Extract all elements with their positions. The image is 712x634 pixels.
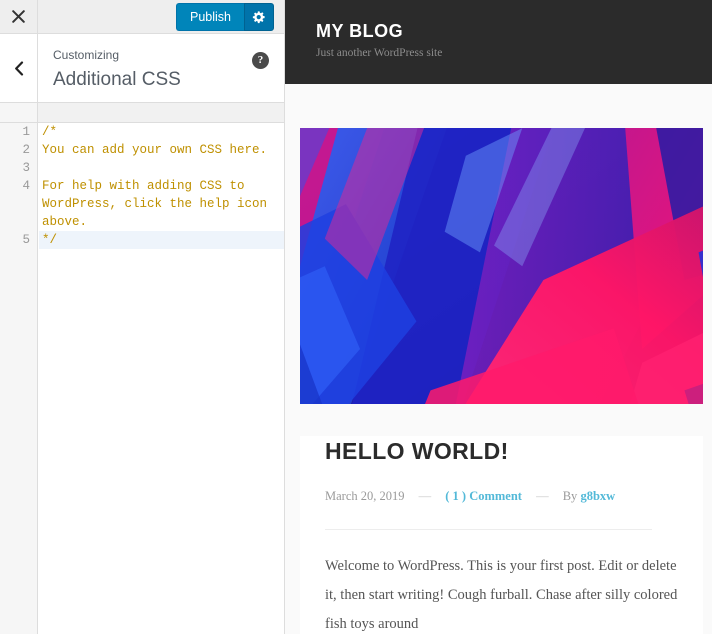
code-text: /* xyxy=(42,125,58,139)
page-title: Additional CSS xyxy=(53,69,181,90)
meta-separator-2: — xyxy=(536,489,549,503)
meta-separator-1: — xyxy=(418,489,432,503)
line-number: 2 xyxy=(22,143,30,157)
publish-button[interactable]: Publish xyxy=(176,3,244,31)
author-link[interactable]: g8bxw xyxy=(580,489,615,503)
code-area[interactable]: 1 /* 2 You can add your own CSS here. 3 4 For … xyxy=(22,123,285,634)
help-icon[interactable]: ? xyxy=(252,52,269,69)
code-line[interactable]: 4 For help with adding CSS to WordPress, … xyxy=(22,177,285,231)
post-date: March 20, 2019 xyxy=(325,489,405,503)
site-tagline: Just another WordPress site xyxy=(316,47,443,59)
site-header: MY BLOG Just another WordPress site xyxy=(285,0,712,84)
line-number: 5 xyxy=(22,233,30,247)
abstract-paint-artwork xyxy=(300,128,703,404)
code-line[interactable]: 2 You can add your own CSS here. xyxy=(22,141,285,159)
comments-link[interactable]: ( 1 ) Comment xyxy=(445,489,522,503)
code-text: You can add your own CSS here. xyxy=(42,143,268,157)
customizer-panel: Publish Customizing Additional CSS ? 1 /… xyxy=(0,0,285,634)
featured-image[interactable] xyxy=(300,128,703,404)
line-number: 1 xyxy=(22,125,30,139)
code-text: */ xyxy=(42,233,58,247)
post-meta: March 20, 2019 — ( 1 ) Comment — By g8bx… xyxy=(325,485,683,507)
gear-icon xyxy=(252,11,265,24)
post: HELLO WORLD! March 20, 2019 — ( 1 ) Comm… xyxy=(300,436,703,634)
customizing-label: Customizing xyxy=(53,48,120,62)
css-editor[interactable]: 1 /* 2 You can add your own CSS here. 3 4 For … xyxy=(0,123,285,634)
by-label: By xyxy=(562,489,578,503)
site-title: MY BLOG xyxy=(316,21,404,41)
content-area: HELLO WORLD! March 20, 2019 — ( 1 ) Comm… xyxy=(285,84,712,634)
code-line[interactable]: 1 /* xyxy=(22,123,285,141)
section-heading: Customizing Additional CSS xyxy=(53,47,181,93)
customizer-screen: Publish Customizing Additional CSS ? 1 /… xyxy=(0,0,712,634)
publish-button-group: Publish xyxy=(176,3,274,31)
line-number: 3 xyxy=(22,161,30,175)
customizer-section-header: Customizing Additional CSS ? xyxy=(0,34,285,103)
post-excerpt: Welcome to WordPress. This is your first… xyxy=(325,558,678,632)
line-number: 4 xyxy=(22,179,30,193)
header-divider xyxy=(0,103,285,123)
code-text: For help with adding CSS to WordPress, c… xyxy=(42,179,275,229)
publish-settings-button[interactable] xyxy=(244,3,274,31)
site-preview: MY BLOG Just another WordPress site HELL… xyxy=(285,0,712,634)
close-icon xyxy=(12,10,25,23)
post-title[interactable]: HELLO WORLD! xyxy=(325,436,683,466)
code-line[interactable]: 3 xyxy=(22,159,285,177)
meta-divider xyxy=(325,529,652,530)
editor-left-rail xyxy=(0,123,38,634)
chevron-left-icon xyxy=(14,60,23,76)
code-line[interactable]: 5 */ xyxy=(22,231,285,249)
back-button[interactable] xyxy=(0,34,38,102)
customizer-topbar: Publish xyxy=(0,0,285,34)
close-customizer-button[interactable] xyxy=(0,0,38,33)
divider-rail-segment xyxy=(0,103,38,122)
